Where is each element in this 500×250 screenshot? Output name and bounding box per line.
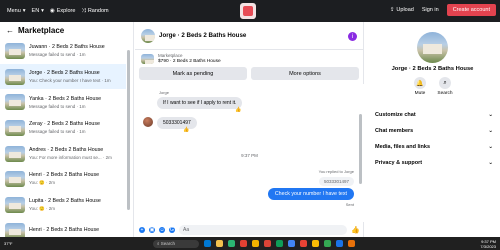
quoted-message: 5033301497 <box>318 177 354 186</box>
windows-taskbar: 37°F ⌕ Search 9:37 PM 7/3/2023 <box>0 237 500 250</box>
message-composer: + ▣ ☺ G Aa 👍 <box>135 223 364 237</box>
sender-avatar[interactable] <box>143 117 153 127</box>
mark-pending-button[interactable]: Mark as pending <box>139 67 247 80</box>
listing-thumbnail <box>5 119 25 136</box>
like-icon[interactable]: 👍 <box>351 226 360 234</box>
listing-thumbnail <box>5 68 25 85</box>
privacy-support-row[interactable]: Privacy & support ⌄ <box>375 160 493 166</box>
browser-icon[interactable] <box>300 240 307 247</box>
browser-icon[interactable] <box>324 240 331 247</box>
message-thread: Jorge If I want to see if I apply to ren… <box>135 84 364 222</box>
media-files-links-row[interactable]: Media, files and links ⌄ <box>375 144 493 150</box>
taskbar-search[interactable]: ⌕ Search <box>153 239 199 248</box>
weather-widget[interactable]: 37°F <box>4 241 13 246</box>
more-options-button[interactable]: More options <box>251 67 359 80</box>
explore-link[interactable]: ◉ Explore <box>50 8 75 14</box>
mute-button[interactable]: 🔔 Mute <box>408 77 432 96</box>
more-info-icon[interactable]: i <box>348 32 357 41</box>
info-title: Jorge · 2 Beds 2 Baths House <box>391 66 474 72</box>
customize-chat-row[interactable]: Customize chat ⌄ <box>375 112 493 118</box>
sidebar-title: Marketplace <box>18 25 65 35</box>
chat-title[interactable]: Jorge · 2 Beds 2 Baths House <box>159 32 246 39</box>
chevron-down-icon: ⌄ <box>488 160 493 166</box>
sent-status: Sent <box>345 202 354 207</box>
conversation-item[interactable]: Juwann · 2 Beds 2 Baths House Message fai… <box>0 38 126 64</box>
chevron-down-icon: ⌄ <box>488 112 493 118</box>
create-account-button[interactable]: Create account <box>446 4 496 16</box>
conversation-item-active[interactable]: Jorge · 2 Beds 2 Baths House You: Check y… <box>0 63 126 90</box>
listing-thumbnail <box>5 222 25 237</box>
system-clock[interactable]: 9:37 PM 7/3/2023 <box>480 239 496 249</box>
message-input[interactable]: Aa <box>179 225 348 235</box>
chevron-down-icon: ⌄ <box>488 144 493 150</box>
message-bubble-incoming: If I want to see if I apply to rent it. <box>157 97 243 109</box>
reaction-icon: 👍 <box>183 127 190 133</box>
listing-thumbnail <box>5 94 25 111</box>
chevron-down-icon: ⌄ <box>488 128 493 134</box>
file-explorer-icon[interactable] <box>216 240 223 247</box>
signin-link[interactable]: Sign in <box>422 7 439 13</box>
upload-link[interactable]: ⇪ Upload <box>390 7 414 13</box>
listing-thumbnail <box>5 42 25 59</box>
upload-icon: ⇪ <box>389 7 395 13</box>
gif-icon[interactable]: G <box>169 227 175 233</box>
site-topbar: Menu ▾ EN ▾ ◉ Explore ⤨ Random ⇪ Upload Sign … <box>0 0 500 22</box>
search-icon: ⌕ <box>439 77 451 89</box>
compass-icon: ◉ <box>49 8 55 14</box>
listing-label: Marketplace <box>158 53 183 58</box>
listing-summary[interactable]: Marketplace $790 · 2 Beds 2 Baths House <box>135 50 363 67</box>
plus-icon[interactable]: + <box>139 227 145 233</box>
menu-button[interactable]: Menu ▾ <box>7 8 26 14</box>
conversation-sidebar: ← Marketplace Juwann · 2 Beds 2 Baths Ho… <box>0 22 134 237</box>
sidebar-scrollbar[interactable] <box>127 50 130 210</box>
chat-scrollbar[interactable] <box>359 114 362 184</box>
browser-icon[interactable] <box>276 240 283 247</box>
reaction-icon: 👍 <box>235 107 242 113</box>
conversation-item[interactable]: Zeray · 2 Beds 2 Baths House Message fail… <box>0 115 126 141</box>
app-icon[interactable] <box>228 240 235 247</box>
listing-thumbnail <box>5 171 25 188</box>
conversation-item[interactable]: Henri · 2 Beds 2 Baths House <box>0 218 126 237</box>
chat-members-row[interactable]: Chat members ⌄ <box>375 128 493 134</box>
conversation-item[interactable]: Yanka · 2 Beds 2 Baths House Message fail… <box>0 89 126 115</box>
replied-label: You replied to Jorge <box>318 169 354 174</box>
chat-avatar[interactable] <box>141 28 155 43</box>
conversation-list: Juwann · 2 Beds 2 Baths House Message fai… <box>0 38 126 237</box>
random-link[interactable]: ⤨ Random <box>81 8 108 15</box>
browser-icon[interactable] <box>264 240 271 247</box>
chat-panel: Jorge · 2 Beds 2 Baths House i Marketpla… <box>135 22 364 237</box>
sticker-icon[interactable]: ☺ <box>159 227 165 233</box>
sidebar-header: ← Marketplace <box>0 22 133 38</box>
listing-detail: $790 · 2 Beds 2 Baths House <box>158 59 221 64</box>
conversation-item[interactable]: Henri · 2 Beds 2 Baths House You: 🙂 · 2m <box>0 166 126 192</box>
shuffle-icon: ⤨ <box>81 7 86 14</box>
language-selector[interactable]: EN ▾ <box>32 8 44 14</box>
start-icon[interactable] <box>204 240 211 247</box>
conversation-item[interactable]: Andres · 2 Beds 2 Baths House You: For mo… <box>0 141 126 167</box>
chat-info-panel: Jorge · 2 Beds 2 Baths House 🔔 Mute ⌕ Sear… <box>365 22 500 237</box>
message-bubble-incoming: 5033301497 <box>157 117 197 129</box>
search-button[interactable]: ⌕ Search <box>433 77 457 96</box>
listing-thumbnail <box>141 53 154 64</box>
chat-header: Jorge · 2 Beds 2 Baths House i <box>135 22 363 50</box>
conversation-item[interactable]: Lupita · 2 Beds 2 Baths House You: 🙂 · 2m <box>0 192 126 218</box>
chevron-down-icon: ▾ <box>22 8 26 14</box>
message-bubble-outgoing: Check your number I have text <box>267 188 354 200</box>
browser-icon[interactable] <box>336 240 343 247</box>
site-logo[interactable] <box>240 3 256 19</box>
browser-icon[interactable] <box>312 240 319 247</box>
browser-icon[interactable] <box>348 240 355 247</box>
chevron-down-icon: ▾ <box>41 8 44 14</box>
sender-name: Jorge <box>159 90 170 95</box>
listing-profile-picture[interactable] <box>417 32 448 63</box>
browser-icon[interactable] <box>288 240 295 247</box>
image-icon[interactable]: ▣ <box>149 227 155 233</box>
listing-thumbnail <box>5 196 25 213</box>
back-arrow-icon[interactable]: ← <box>6 26 14 35</box>
listing-thumbnail <box>5 145 25 162</box>
browser-icon[interactable] <box>252 240 259 247</box>
browser-icon[interactable] <box>240 240 247 247</box>
bell-icon: 🔔 <box>414 77 426 89</box>
time-separator: 9:37 PM <box>241 153 258 158</box>
